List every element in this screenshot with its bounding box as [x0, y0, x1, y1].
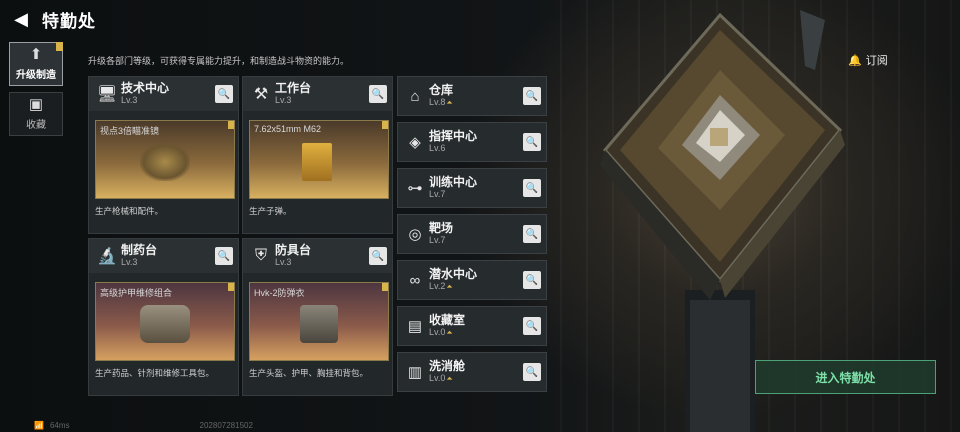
computer-icon: 🖥 [96, 86, 118, 103]
search-icon[interactable]: 🔍 [523, 363, 541, 381]
goggles-icon: ∞ [409, 271, 421, 289]
product-marker [228, 121, 234, 129]
list-item-diving-center[interactable]: ∞ 潜水中心 Lv.2⏶ 🔍 [397, 260, 547, 300]
search-icon[interactable]: 🔍 [369, 247, 387, 265]
upgrade-arrow-icon: ⏶ [446, 282, 453, 291]
card-level: Lv.3 [275, 257, 292, 267]
product-slot[interactable]: Hvk-2防弹衣 [249, 282, 389, 361]
body-armor-image [300, 305, 338, 343]
subscribe-button[interactable]: 🔔 订阅 [848, 52, 888, 68]
item-name: 靶场 [429, 221, 454, 235]
card-level: Lv.3 [275, 95, 292, 105]
repair-kit-image [140, 305, 190, 343]
page-description: 升级各部门等级，可获得专属能力提升，和制造战斗物资的能力。 [88, 56, 350, 66]
product-marker [382, 283, 388, 291]
status-bar: 📶 64ms 202807281502 [0, 418, 560, 432]
item-level: Lv.6 [429, 143, 446, 153]
product-slot[interactable]: 视点3倍瞄准镜 [95, 120, 235, 199]
tab-label: 收藏 [26, 120, 46, 131]
item-name: 仓库 [429, 83, 454, 97]
bell-icon: 🔔 [848, 54, 862, 67]
list-item-command-center[interactable]: ◈ 指挥中心 Lv.6 🔍 [397, 122, 547, 162]
ping-text: 64ms [49, 420, 70, 430]
scope-image [140, 143, 190, 181]
card-name: 制药台 [121, 243, 158, 257]
product-name: 视点3倍瞄准镜 [100, 126, 160, 136]
item-name: 洗消舱 [429, 359, 466, 373]
upgrade-arrow-icon: ⏶ [446, 98, 453, 107]
card-footer: 生产头盔、护甲、胸挂和背包。 [249, 368, 369, 378]
enter-hub-button[interactable]: 进入特勤处 [755, 360, 936, 394]
item-level: Lv.8 [429, 97, 446, 107]
target-icon: ◎ [408, 226, 422, 243]
product-slot[interactable]: 7.62x51mm M62 [249, 120, 389, 199]
chip-icon: ◈ [409, 134, 421, 151]
tab-label: 升级制造 [16, 70, 56, 81]
item-level: Lv.7 [429, 189, 446, 199]
card-workbench[interactable]: ⚒ 工作台 Lv.3 🔍 7.62x51mm M62 生产子弹。 [242, 76, 393, 234]
card-name: 工作台 [275, 81, 312, 95]
item-level: Lv.7 [429, 235, 446, 245]
search-icon[interactable]: 🔍 [523, 271, 541, 289]
door-icon: ▥ [407, 364, 423, 381]
search-icon[interactable]: 🔍 [523, 179, 541, 197]
upgrade-icon: ⬆ [29, 46, 43, 63]
search-icon[interactable]: 🔍 [523, 87, 541, 105]
collection-icon: ▣ [28, 96, 44, 113]
tab-upgrade-craft[interactable]: ⬆ 升级制造 [9, 42, 63, 86]
item-level: Lv.2 [429, 281, 446, 291]
list-item-decon-chamber[interactable]: ▥ 洗消舱 Lv.0⏶ 🔍 [397, 352, 547, 392]
item-level: Lv.0 [429, 327, 446, 337]
display-case-icon: ▤ [407, 318, 423, 335]
dumbbell-icon: ⊶ [407, 180, 423, 197]
list-item-warehouse[interactable]: ⌂ 仓库 Lv.8⏶ 🔍 [397, 76, 547, 116]
card-footer: 生产枪械和配件。 [95, 206, 164, 216]
list-item-training-center[interactable]: ⊶ 训练中心 Lv.7 🔍 [397, 168, 547, 208]
product-name: 7.62x51mm M62 [254, 124, 322, 134]
product-marker [228, 283, 234, 291]
card-footer: 生产药品、针剂和维修工具包。 [95, 368, 215, 378]
item-name: 潜水中心 [429, 267, 478, 281]
card-name: 技术中心 [121, 81, 170, 95]
search-icon[interactable]: 🔍 [215, 247, 233, 265]
item-name: 收藏室 [429, 313, 466, 327]
item-level: Lv.0 [429, 373, 446, 383]
card-pharmacy[interactable]: 🔬 制药台 Lv.3 🔍 高级护甲维修组合 生产药品、针剂和维修工具包。 [88, 238, 239, 396]
card-name: 防具台 [275, 243, 312, 257]
ammo-box-image [302, 143, 332, 181]
card-tech-center[interactable]: 🖥 技术中心 Lv.3 🔍 视点3倍瞄准镜 生产枪械和配件。 [88, 76, 239, 234]
list-item-collection-room[interactable]: ▤ 收藏室 Lv.0⏶ 🔍 [397, 306, 547, 346]
search-icon[interactable]: 🔍 [523, 317, 541, 335]
top-bar: ◀ 特勤处 [0, 0, 560, 38]
card-level: Lv.3 [121, 95, 138, 105]
wifi-icon: 📶 [34, 420, 44, 430]
armor-icon: ⛨ [254, 247, 267, 264]
page-title: 特勤处 [42, 11, 96, 31]
tools-icon: ⚒ [253, 86, 269, 103]
product-name: 高级护甲维修组合 [100, 288, 173, 298]
microscope-icon: 🔬 [97, 248, 117, 265]
product-name: Hvk-2防弹衣 [254, 288, 305, 298]
search-icon[interactable]: 🔍 [215, 85, 233, 103]
card-footer: 生产子弹。 [249, 206, 292, 216]
back-arrow-icon[interactable]: ◀ [10, 8, 32, 30]
search-icon[interactable]: 🔍 [523, 133, 541, 151]
item-name: 训练中心 [429, 175, 478, 189]
tab-collection[interactable]: ▣ 收藏 [9, 92, 63, 136]
search-icon[interactable]: 🔍 [523, 225, 541, 243]
card-level: Lv.3 [121, 257, 138, 267]
uid-text: 202807281502 [199, 420, 253, 430]
upgrade-arrow-icon: ⏶ [446, 328, 453, 337]
notification-marker [56, 42, 63, 51]
list-item-shooting-range[interactable]: ◎ 靶场 Lv.7 🔍 [397, 214, 547, 254]
item-name: 指挥中心 [429, 129, 478, 143]
card-armor-bench[interactable]: ⛨ 防具台 Lv.3 🔍 Hvk-2防弹衣 生产头盔、护甲、胸挂和背包。 [242, 238, 393, 396]
warehouse-icon: ⌂ [410, 87, 420, 105]
upgrade-arrow-icon: ⏶ [446, 374, 453, 383]
product-marker [382, 121, 388, 129]
search-icon[interactable]: 🔍 [369, 85, 387, 103]
product-slot[interactable]: 高级护甲维修组合 [95, 282, 235, 361]
subscribe-label: 订阅 [865, 55, 888, 67]
